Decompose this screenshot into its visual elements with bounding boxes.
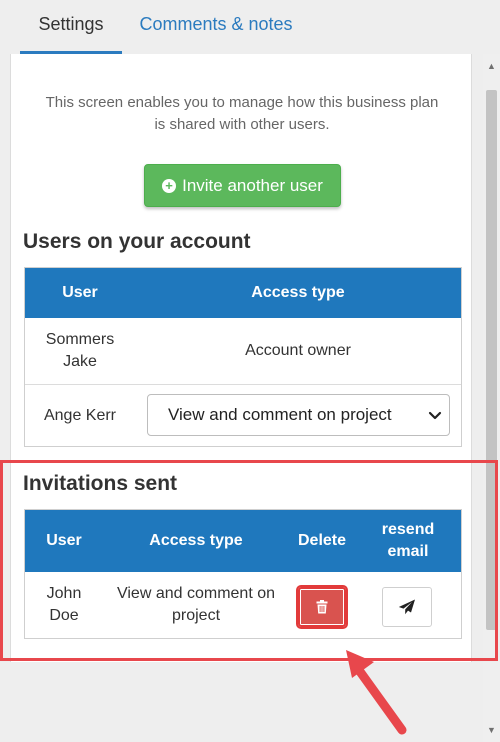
access-line2: project	[171, 607, 221, 624]
settings-panel: This screen enables you to manage how th…	[10, 54, 472, 662]
invite-user-button[interactable]: + Invite another user	[144, 164, 341, 207]
user-name-line2: Jake	[63, 353, 97, 370]
chevron-down-icon	[428, 411, 442, 420]
resend-email-button[interactable]	[382, 587, 432, 627]
users-section-title: Users on your account	[23, 230, 251, 253]
intro-line-2: is shared with other users.	[154, 116, 330, 133]
resend-header-line1: resend	[381, 521, 435, 538]
invitations-section-title: Invitations sent	[23, 472, 178, 495]
paper-plane-icon	[398, 599, 415, 615]
column-header-access-type: Access type	[149, 532, 243, 549]
users-table-header: User Access type	[25, 268, 461, 318]
column-header-resend-email: resend email	[365, 510, 451, 572]
user-cell: Sommers Jake	[25, 318, 135, 384]
intro-line-1: This screen enables you to manage how th…	[45, 94, 439, 111]
plus-circle-icon: +	[162, 178, 177, 193]
invite-button-label: Invite another user	[182, 175, 323, 195]
intro-text: This screen enables you to manage how th…	[21, 92, 463, 136]
trash-icon	[316, 600, 328, 614]
column-header-user: User	[62, 284, 98, 301]
tab-settings[interactable]: Settings	[20, 0, 122, 54]
access-type-cell: View and comment on project	[103, 572, 289, 638]
column-header-delete: Delete	[297, 532, 347, 549]
column-header-access-type: Access type	[251, 284, 345, 301]
resend-header-line2: email	[387, 543, 429, 560]
access-type-cell: Account owner	[245, 342, 351, 359]
user-name-line1: Sommers	[45, 331, 115, 348]
invitations-table: User Access type Delete resend email Joh…	[24, 509, 462, 639]
delete-invitation-button[interactable]	[296, 585, 348, 629]
scrollbar-thumb[interactable]	[486, 90, 497, 630]
scroll-up-arrow-icon[interactable]: ▲	[483, 58, 500, 74]
access-type-selected-value: View and comment on project	[168, 405, 392, 424]
user-name-line2: Doe	[49, 607, 79, 624]
invitations-table-header: User Access type Delete resend email	[25, 510, 461, 572]
users-table: User Access type Sommers Jake Account ow…	[24, 267, 462, 447]
access-type-select[interactable]: View and comment on project	[147, 394, 450, 436]
tab-bar: Settings Comments & notes	[0, 0, 500, 54]
scroll-down-arrow-icon[interactable]: ▼	[483, 722, 500, 738]
access-line1: View and comment on	[116, 585, 275, 602]
user-name-line1: John	[46, 585, 82, 602]
tab-comments-notes[interactable]: Comments & notes	[130, 0, 302, 54]
user-cell: John Doe	[25, 572, 103, 638]
vertical-scrollbar[interactable]: ▲ ▼	[483, 54, 500, 742]
column-header-user: User	[46, 532, 82, 549]
user-cell: Ange Kerr	[43, 407, 117, 424]
